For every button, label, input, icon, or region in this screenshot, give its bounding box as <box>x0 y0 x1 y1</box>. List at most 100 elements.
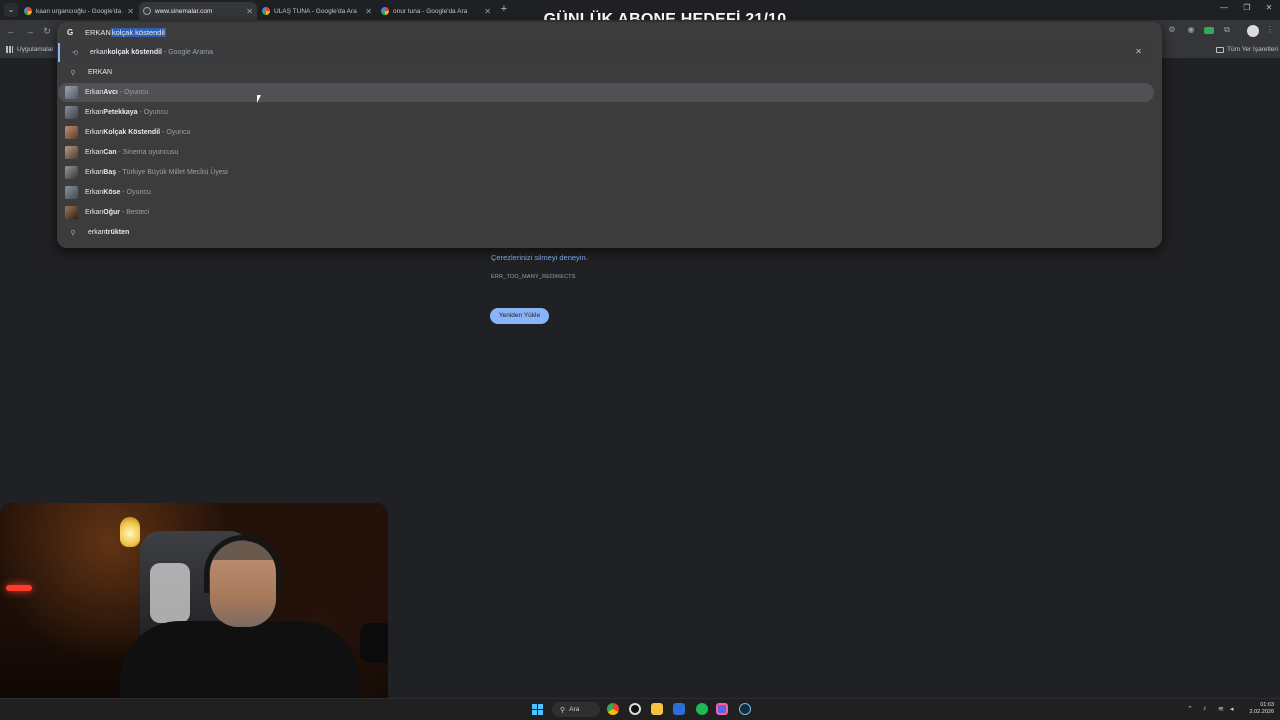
spotify-icon[interactable] <box>696 703 708 715</box>
google-g-icon: G <box>67 27 74 37</box>
close-tab-icon[interactable]: ✕ <box>246 7 253 16</box>
history-icon: ⟲ <box>72 49 78 57</box>
suggestion-desc: Besteci <box>126 209 150 216</box>
suggestion-row[interactable]: Erkan Can - Sinema oyuncusu <box>58 143 1154 162</box>
webcam-overlay <box>0 503 388 718</box>
extension-icon[interactable]: ◉ <box>1185 25 1197 37</box>
suggestion-bold: Petekkaya <box>103 109 138 116</box>
suggestion-row[interactable]: Erkan Petekkaya - Oyuncu <box>58 103 1154 122</box>
all-bookmarks-label: Tüm Yer İşaretleri <box>1227 46 1278 53</box>
volume-icon[interactable]: ◂ <box>1230 705 1234 713</box>
address-autocomplete-selection: kolçak köstendil <box>110 27 166 37</box>
tab-onur-tuna[interactable]: onur tuna - Google'da Ara ✕ <box>377 2 495 20</box>
suggestion-row[interactable]: Erkan Oğur - Besteci <box>58 203 1154 222</box>
tab-title: www.sinemalar.com <box>155 7 213 15</box>
remove-suggestion-icon[interactable]: ✕ <box>1135 47 1142 56</box>
discord-icon[interactable] <box>716 703 728 715</box>
suggestion-prefix: Erkan <box>85 169 104 176</box>
close-tab-icon[interactable]: ✕ <box>484 7 491 16</box>
suggestion-prefix: Erkan <box>85 209 104 216</box>
extensions-puzzle-icon[interactable]: ⧉ <box>1221 25 1233 37</box>
reload-button[interactable]: Yeniden Yükle <box>490 308 549 324</box>
apps-grid-icon <box>6 46 13 53</box>
close-tab-icon[interactable]: ✕ <box>365 7 372 16</box>
steam-icon[interactable] <box>739 703 751 715</box>
restore-icon[interactable]: ❐ <box>1240 3 1254 12</box>
gaming-chair-accent <box>150 563 190 623</box>
mouse-cursor-icon <box>257 95 265 103</box>
windows-taskbar: ⚲ Ara ⌃ ♪ ≋ ◂ 01:03 2.02.2026 <box>0 698 1280 720</box>
person-thumbnail <box>65 106 78 119</box>
tab-title: ULAŞ TUNA - Google'da Ara <box>274 7 357 15</box>
obs-icon[interactable] <box>629 703 641 715</box>
suggestion-row[interactable]: Erkan Baş - Türkiye Büyük Millet Meclisi… <box>58 163 1154 182</box>
taskbar-search-label: Ara <box>569 706 580 713</box>
tab-kaan[interactable]: kaan urgancıoğlu - Google'da Ar ✕ <box>20 2 138 20</box>
suggestion-row[interactable]: Erkan Kolçak Köstendil - Oyuncu <box>58 123 1154 142</box>
google-favicon <box>381 7 389 15</box>
suggestion-bold: trükten <box>105 229 130 236</box>
suggestion-row[interactable]: ⟲ erkan kolçak köstendil - Google Arama … <box>58 43 1154 62</box>
bookmark-apps[interactable]: Uygulamalar <box>6 46 54 53</box>
person-thumbnail <box>65 186 78 199</box>
suggestion-row[interactable]: Erkan Avcı - Oyuncu <box>58 83 1154 102</box>
taskbar-search[interactable]: ⚲ Ara <box>552 702 600 717</box>
clear-cookies-link[interactable]: Çerezlerinizi silmeyi deneyin. <box>491 253 588 262</box>
suggestion-row[interactable]: ⚲ erkan trükten <box>58 223 1154 242</box>
menu-icon[interactable]: ⋮ <box>1264 25 1276 37</box>
suggestion-bold: Köse <box>103 189 121 196</box>
all-bookmarks[interactable]: Tüm Yer İşaretleri <box>1216 46 1278 53</box>
google-favicon <box>24 7 32 15</box>
suggestion-desc: Google Arama <box>168 49 213 56</box>
microphone-icon[interactable]: ♪ <box>1203 705 1207 712</box>
person-thumbnail <box>65 146 78 159</box>
tray-chevron-icon[interactable]: ⌃ <box>1187 705 1193 713</box>
suggestion-bold: Oğur <box>103 209 121 216</box>
suggestion-desc: Oyuncu <box>166 129 191 136</box>
tab-title: kaan urgancıoğlu - Google'da Ar <box>36 7 124 15</box>
suggestion-prefix: erkan <box>88 229 106 236</box>
windows-start-icon[interactable] <box>532 704 543 715</box>
suggestion-prefix: Erkan <box>85 189 104 196</box>
new-tab-icon[interactable]: + <box>498 3 510 15</box>
address-typed-text: ERKAN <box>85 27 111 37</box>
suggestion-bold: Baş <box>103 169 117 176</box>
suggestion-bold: Kolçak Köstendil <box>103 129 161 136</box>
suggestion-bold: kolçak köstendil <box>107 49 162 56</box>
forward-icon[interactable]: → <box>24 25 36 37</box>
suggestion-row[interactable]: Erkan Köse - Oyuncu <box>58 183 1154 202</box>
file-explorer-icon[interactable] <box>651 703 663 715</box>
minimize-icon[interactable]: — <box>1217 3 1231 12</box>
google-favicon <box>262 7 270 15</box>
avatar[interactable] <box>1247 25 1259 37</box>
green-extension-icon[interactable] <box>1204 27 1214 34</box>
person-thumbnail <box>65 86 78 99</box>
lamp-light <box>120 517 140 547</box>
tab-ulas-tuna[interactable]: ULAŞ TUNA - Google'da Ara ✕ <box>258 2 376 20</box>
close-tab-icon[interactable]: ✕ <box>127 7 134 16</box>
tab-search-chevron-icon[interactable]: ⌄ <box>4 3 18 17</box>
error-code: ERR_TOO_MANY_REDIRECTS <box>491 274 576 280</box>
reload-icon[interactable]: ↻ <box>41 25 53 37</box>
suggestion-bold: Can <box>103 149 117 156</box>
suggestion-prefix: Erkan <box>85 109 104 116</box>
suggestion-bold: Avcı <box>103 89 118 96</box>
taskbar-clock[interactable]: 01:03 2.02.2026 <box>1240 702 1274 716</box>
back-icon[interactable]: ← <box>5 25 17 37</box>
close-window-icon[interactable]: ✕ <box>1262 3 1276 12</box>
suggestion-desc: Türkiye Büyük Millet Meclisi Üyesi <box>122 169 228 176</box>
store-icon[interactable] <box>673 703 685 715</box>
extension-icon[interactable]: ⚙ <box>1166 25 1178 37</box>
suggestion-prefix: Erkan <box>85 89 104 96</box>
tab-sinemalar[interactable]: www.sinemalar.com ✕ <box>139 2 257 20</box>
screen: ⌄ kaan urgancıoğlu - Google'da Ar ✕ www.… <box>0 0 1280 720</box>
omnibox-dropdown: G ERKAN kolçak köstendil ⟲ erkan kolçak … <box>57 22 1162 248</box>
person-thumbnail <box>65 206 78 219</box>
wifi-icon[interactable]: ≋ <box>1218 705 1224 713</box>
suggestion-row[interactable]: ⚲ ERKAN <box>58 63 1154 82</box>
suggestion-prefix: Erkan <box>85 149 104 156</box>
address-bar[interactable]: G ERKAN kolçak köstendil <box>57 22 1162 42</box>
folder-icon <box>1216 46 1224 53</box>
tab-title: onur tuna - Google'da Ara <box>393 7 468 15</box>
chrome-icon[interactable] <box>607 703 619 715</box>
